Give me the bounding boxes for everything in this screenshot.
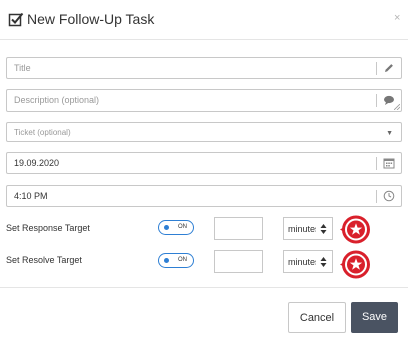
time-value: 4:10 PM xyxy=(14,191,48,201)
field-divider xyxy=(376,62,377,75)
save-button[interactable]: Save xyxy=(351,302,398,333)
resolve-target-label: Set Resolve Target xyxy=(6,255,82,265)
field-divider xyxy=(376,157,377,170)
pencil-icon xyxy=(385,64,393,72)
dialog-header: New Follow-Up Task × xyxy=(0,0,408,40)
calendar-icon[interactable] xyxy=(383,157,395,169)
toggle-on-label: ON xyxy=(178,257,187,263)
ticket-select[interactable]: Ticket (optional) ▼ xyxy=(6,122,402,142)
caret-down-icon: ▼ xyxy=(386,130,393,137)
required-star-badge-icon xyxy=(340,250,370,279)
toggle-knob xyxy=(164,258,169,263)
date-field[interactable]: 19.09.2020 xyxy=(6,152,402,174)
ticket-placeholder: Ticket (optional) xyxy=(14,128,71,137)
field-divider xyxy=(376,94,377,107)
unit-value: minutes xyxy=(288,257,316,267)
dialog-title: New Follow-Up Task xyxy=(27,11,155,27)
resolve-target-toggle[interactable]: ON xyxy=(158,253,194,268)
title-placeholder: Title xyxy=(14,63,31,73)
description-field[interactable]: Description (optional) xyxy=(6,89,402,112)
updown-arrows-icon xyxy=(320,257,327,267)
footer-divider xyxy=(0,287,408,288)
unit-value: minutes xyxy=(288,224,316,234)
response-target-toggle[interactable]: ON xyxy=(158,220,194,235)
title-field[interactable]: Title xyxy=(6,57,402,79)
field-divider xyxy=(376,190,377,203)
clock-icon[interactable] xyxy=(383,190,395,202)
date-value: 19.09.2020 xyxy=(14,158,60,168)
time-field[interactable]: 4:10 PM xyxy=(6,185,402,207)
cancel-button[interactable]: Cancel xyxy=(288,302,346,333)
response-target-label: Set Response Target xyxy=(6,223,90,233)
response-target-unit-select[interactable]: minutes xyxy=(283,217,333,240)
close-icon[interactable]: × xyxy=(394,11,400,25)
description-placeholder: Description (optional) xyxy=(14,95,100,105)
resolve-target-value-input[interactable] xyxy=(214,250,263,273)
checkbox-checked-icon xyxy=(8,12,24,27)
resize-handle-icon[interactable] xyxy=(394,104,400,110)
response-target-value-input[interactable] xyxy=(214,217,263,240)
resolve-target-unit-select[interactable]: minutes xyxy=(283,250,333,273)
toggle-knob xyxy=(164,225,169,230)
toggle-on-label: ON xyxy=(178,224,187,230)
required-star-badge-icon xyxy=(340,215,370,244)
updown-arrows-icon xyxy=(320,224,327,234)
